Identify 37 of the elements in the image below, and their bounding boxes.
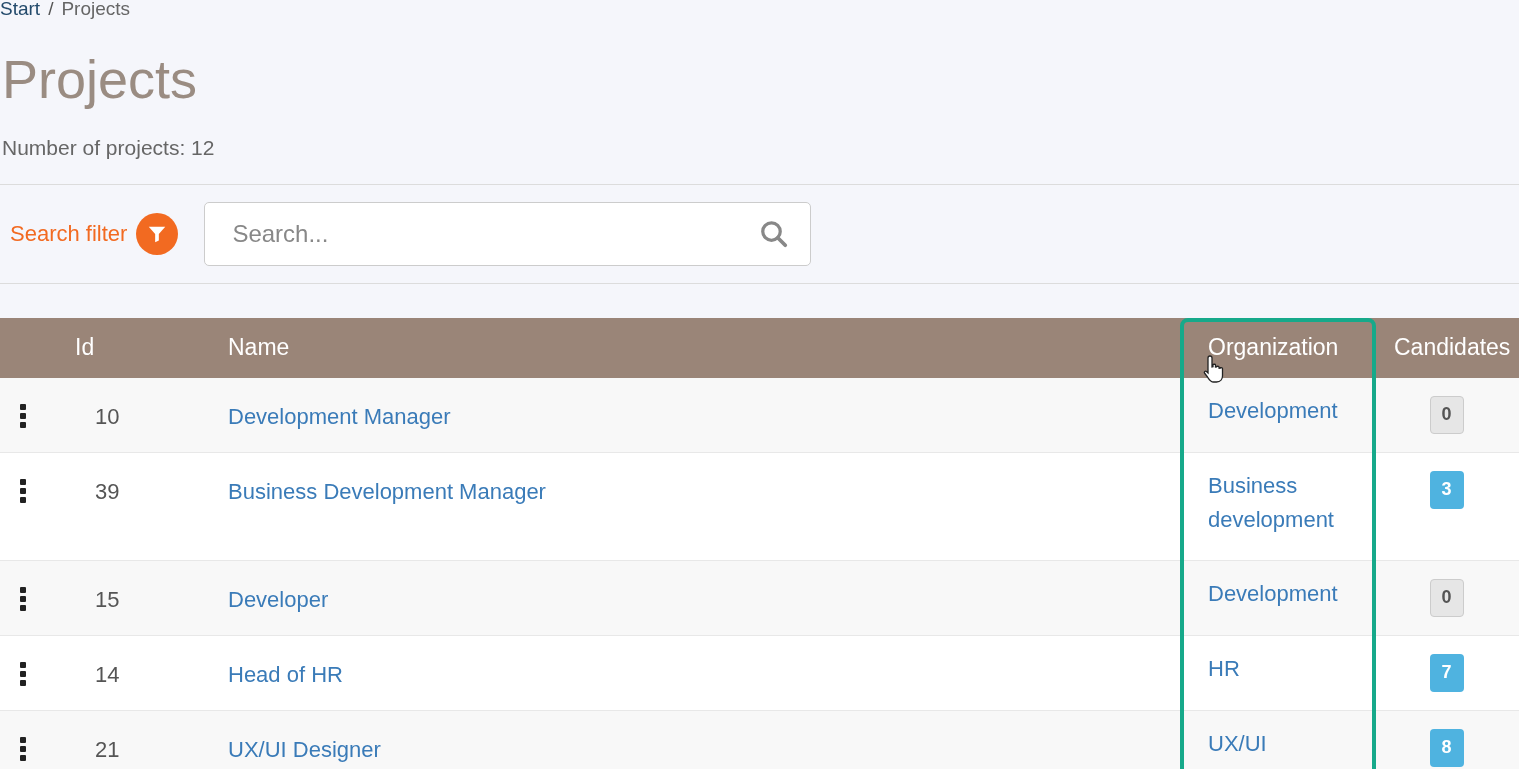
breadcrumb-link[interactable]: Start xyxy=(0,0,41,18)
breadcrumb-separator: / xyxy=(48,0,54,18)
column-header[interactable]: Candidates xyxy=(1394,334,1511,361)
search-field[interactable]: Search... xyxy=(204,201,812,266)
row-menu-icon[interactable] xyxy=(20,478,26,503)
breadcrumb-current: Projects xyxy=(61,0,131,18)
organization-link[interactable]: HR xyxy=(1208,651,1372,686)
project-name-link[interactable]: Development Manager xyxy=(228,403,451,429)
candidate-count-badge: 8 xyxy=(1429,728,1464,767)
id-cell: 10 xyxy=(95,403,120,429)
organization-link[interactable]: Business development xyxy=(1208,468,1372,537)
candidate-count-badge: 0 xyxy=(1429,578,1464,617)
project-count: Number of projects: 12 xyxy=(2,135,216,161)
organization-link[interactable]: UX/UI xyxy=(1208,726,1372,761)
row-menu-icon[interactable] xyxy=(20,661,26,686)
candidate-count-badge: 7 xyxy=(1429,653,1464,692)
project-name-link[interactable]: Head of HR xyxy=(228,661,343,687)
organization-link[interactable]: Development xyxy=(1208,393,1372,428)
id-cell: 15 xyxy=(95,586,120,612)
column-header[interactable]: Organization xyxy=(1208,334,1339,361)
id-cell: 21 xyxy=(95,736,120,762)
row-menu-icon[interactable] xyxy=(20,736,26,761)
column-header[interactable]: Name xyxy=(228,334,290,361)
id-cell: 14 xyxy=(95,661,120,687)
search-filter-button[interactable]: Search filter xyxy=(10,212,179,255)
candidate-count-badge: 0 xyxy=(1429,395,1464,434)
row-menu-icon[interactable] xyxy=(20,586,26,611)
project-name-link[interactable]: UX/UI Designer xyxy=(228,736,381,762)
project-name-link[interactable]: Business Development Manager xyxy=(228,478,546,504)
candidate-count-badge: 3 xyxy=(1429,470,1464,509)
search-icon xyxy=(759,218,790,249)
row-menu-icon[interactable] xyxy=(20,403,26,428)
filter-icon xyxy=(136,212,179,255)
project-name-link[interactable]: Developer xyxy=(228,586,329,612)
column-header[interactable]: Id xyxy=(75,334,95,361)
organization-link[interactable]: Development xyxy=(1208,576,1372,611)
id-cell: 39 xyxy=(95,478,120,504)
